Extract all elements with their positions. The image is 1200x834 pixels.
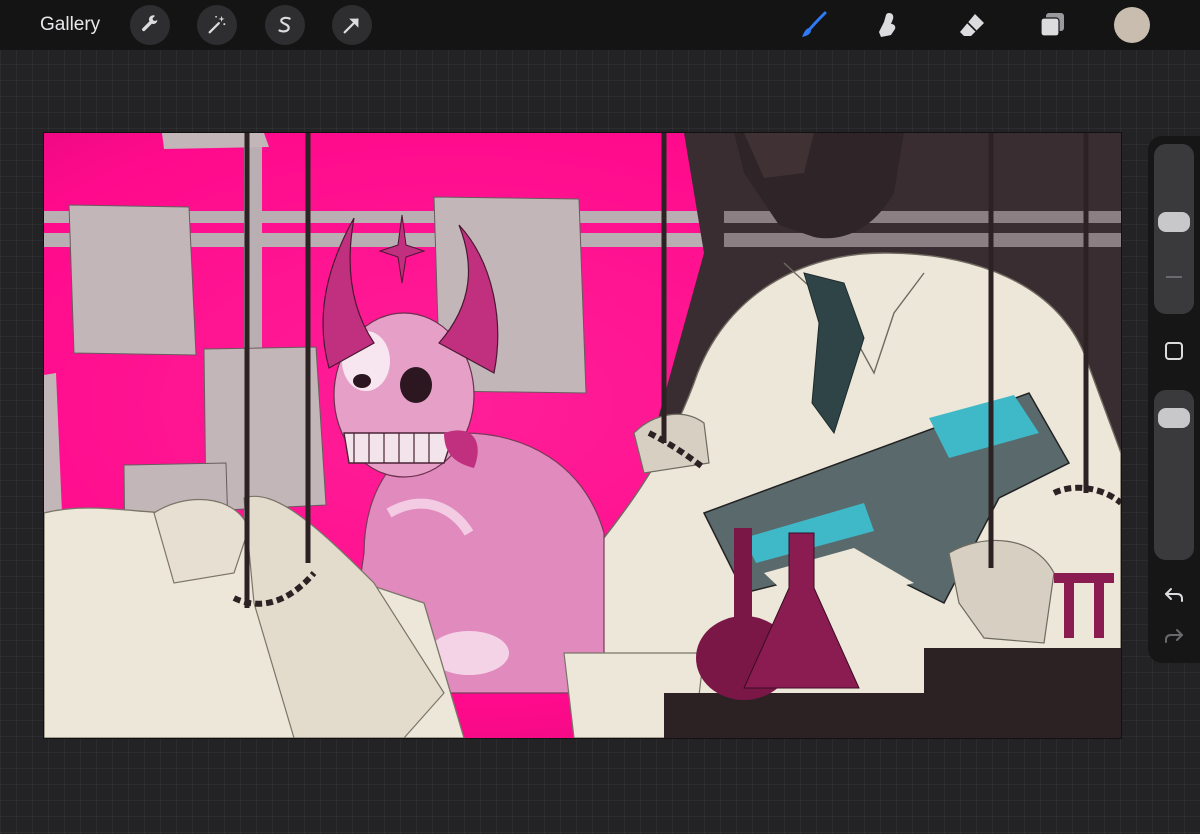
eraser-icon — [960, 14, 984, 36]
transform-button[interactable] — [332, 5, 372, 45]
top-toolbar: Gallery — [0, 0, 1200, 50]
actions-button[interactable] — [130, 5, 170, 45]
brush-icon — [802, 11, 827, 37]
brush-button[interactable] — [796, 7, 832, 43]
drawing-canvas[interactable] — [44, 133, 1121, 738]
smudge-finger-icon — [879, 13, 896, 37]
square-icon — [1165, 342, 1183, 360]
color-swatch[interactable] — [1114, 7, 1150, 43]
brush-opacity-slider[interactable] — [1154, 390, 1194, 560]
brush-size-thumb[interactable] — [1158, 211, 1190, 232]
brush-opacity-thumb[interactable] — [1158, 408, 1190, 429]
redo-button[interactable] — [1158, 620, 1190, 652]
side-panel — [1148, 136, 1200, 663]
transform-arrow-icon — [343, 18, 359, 34]
wrench-icon — [142, 15, 158, 32]
magic-wand-icon — [208, 15, 226, 34]
eraser-button[interactable] — [954, 7, 990, 43]
slider-tick — [1166, 276, 1182, 278]
adjustments-button[interactable] — [197, 5, 237, 45]
smudge-button[interactable] — [868, 7, 904, 43]
selection-button[interactable] — [265, 5, 305, 45]
redo-icon — [1165, 629, 1183, 643]
selection-s-icon — [278, 16, 291, 33]
modify-button[interactable] — [1158, 335, 1190, 367]
gallery-button[interactable]: Gallery — [40, 12, 100, 38]
undo-icon — [1165, 588, 1183, 602]
layers-button[interactable] — [1034, 7, 1070, 43]
undo-button[interactable] — [1158, 579, 1190, 611]
artwork — [44, 133, 1121, 738]
brush-size-slider[interactable] — [1154, 144, 1194, 314]
layers-icon — [1040, 13, 1064, 37]
